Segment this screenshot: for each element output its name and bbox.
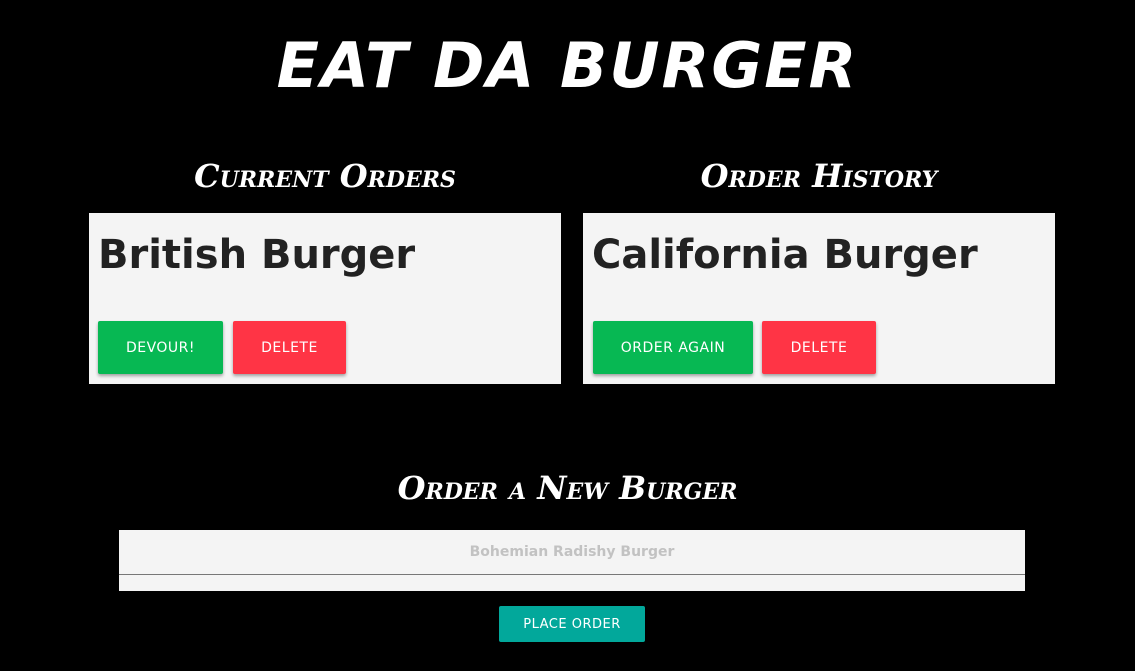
burger-name: California Burger xyxy=(592,232,978,278)
devour-button[interactable]: DEVOUR! xyxy=(98,321,223,374)
delete-history-button[interactable]: DELETE xyxy=(762,321,876,374)
current-orders-title: Current Orders xyxy=(194,157,456,195)
delete-current-button[interactable]: DELETE xyxy=(233,321,346,374)
page-title: EAT DA BURGER xyxy=(276,29,859,102)
place-order-button[interactable]: PLACE ORDER xyxy=(499,606,645,642)
order-again-button[interactable]: ORDER AGAIN xyxy=(593,321,753,374)
new-burger-title: Order a New Burger xyxy=(397,469,738,507)
order-history-title: Order History xyxy=(700,157,938,195)
burger-name: British Burger xyxy=(98,232,416,278)
order-history-card: California Burger ORDER AGAIN DELETE xyxy=(583,213,1055,384)
burger-name-input[interactable] xyxy=(119,530,1025,575)
current-order-card: British Burger DEVOUR! DELETE xyxy=(89,213,561,384)
burger-input-wrapper xyxy=(119,530,1025,591)
